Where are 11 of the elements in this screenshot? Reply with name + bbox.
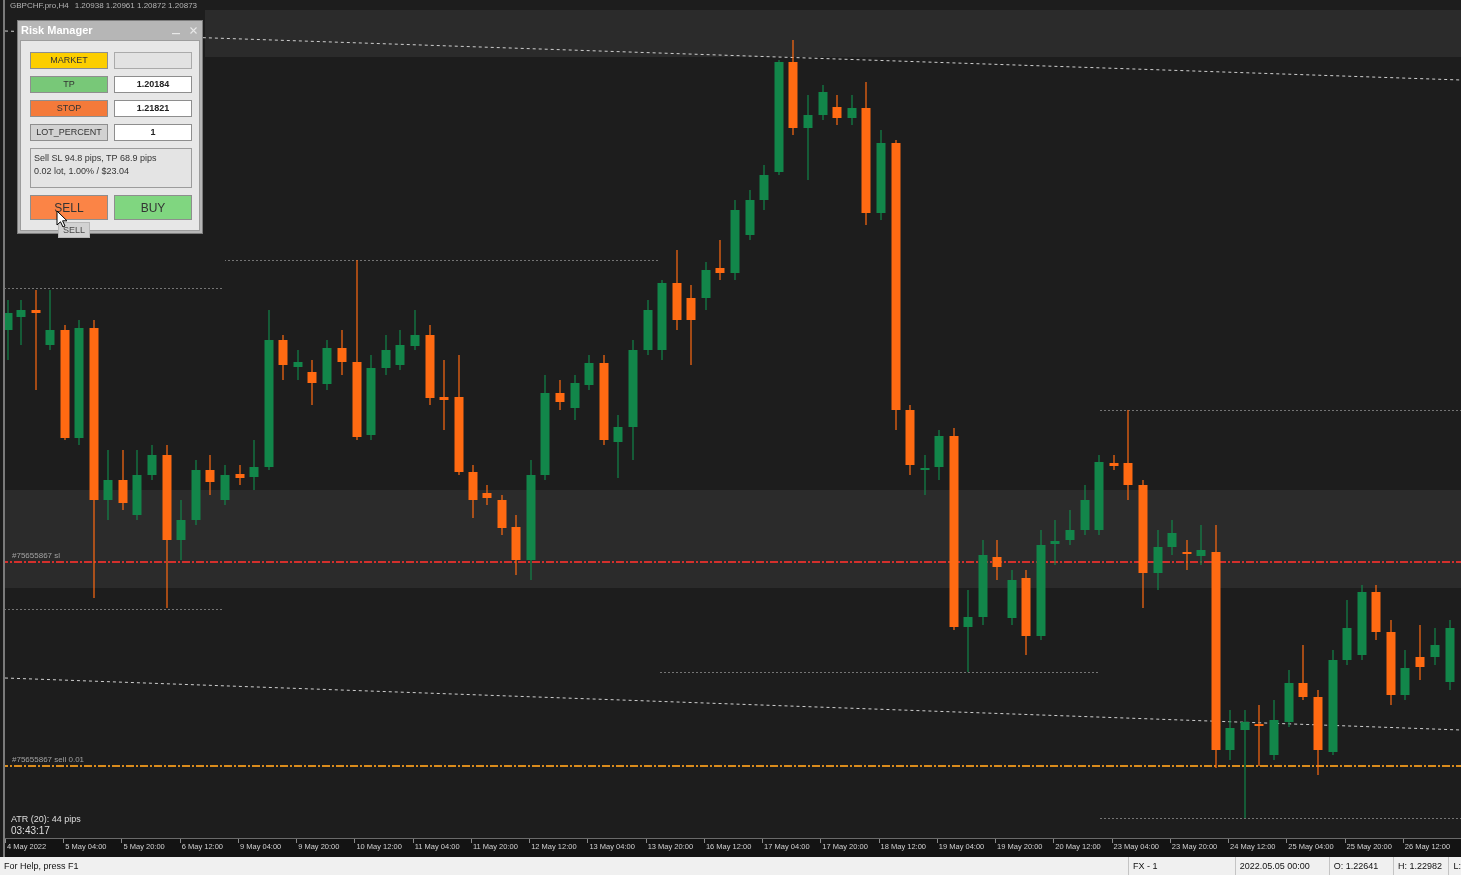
status-pane-text: FX - 1 <box>1133 861 1158 871</box>
status-pane-text: 2022.05.05 00:00 <box>1239 861 1310 871</box>
candle-countdown: 03:43:17 <box>11 826 51 836</box>
window-title: Risk Manager <box>21 25 93 36</box>
status-pane-text: H: 1.22982 <box>1398 861 1443 871</box>
chart-quotes: 1.20938 1.20961 1.20872 1.20873 <box>74 2 198 10</box>
status-pane-text: L: <box>1453 861 1461 871</box>
chart-symbol: GBPCHF.pro,H4 <box>10 2 69 10</box>
status-help-text: For Help, press F1 <box>3 861 79 871</box>
close-icon[interactable] <box>190 27 197 34</box>
status-pane-text: O: 1.22641 <box>1333 861 1379 871</box>
